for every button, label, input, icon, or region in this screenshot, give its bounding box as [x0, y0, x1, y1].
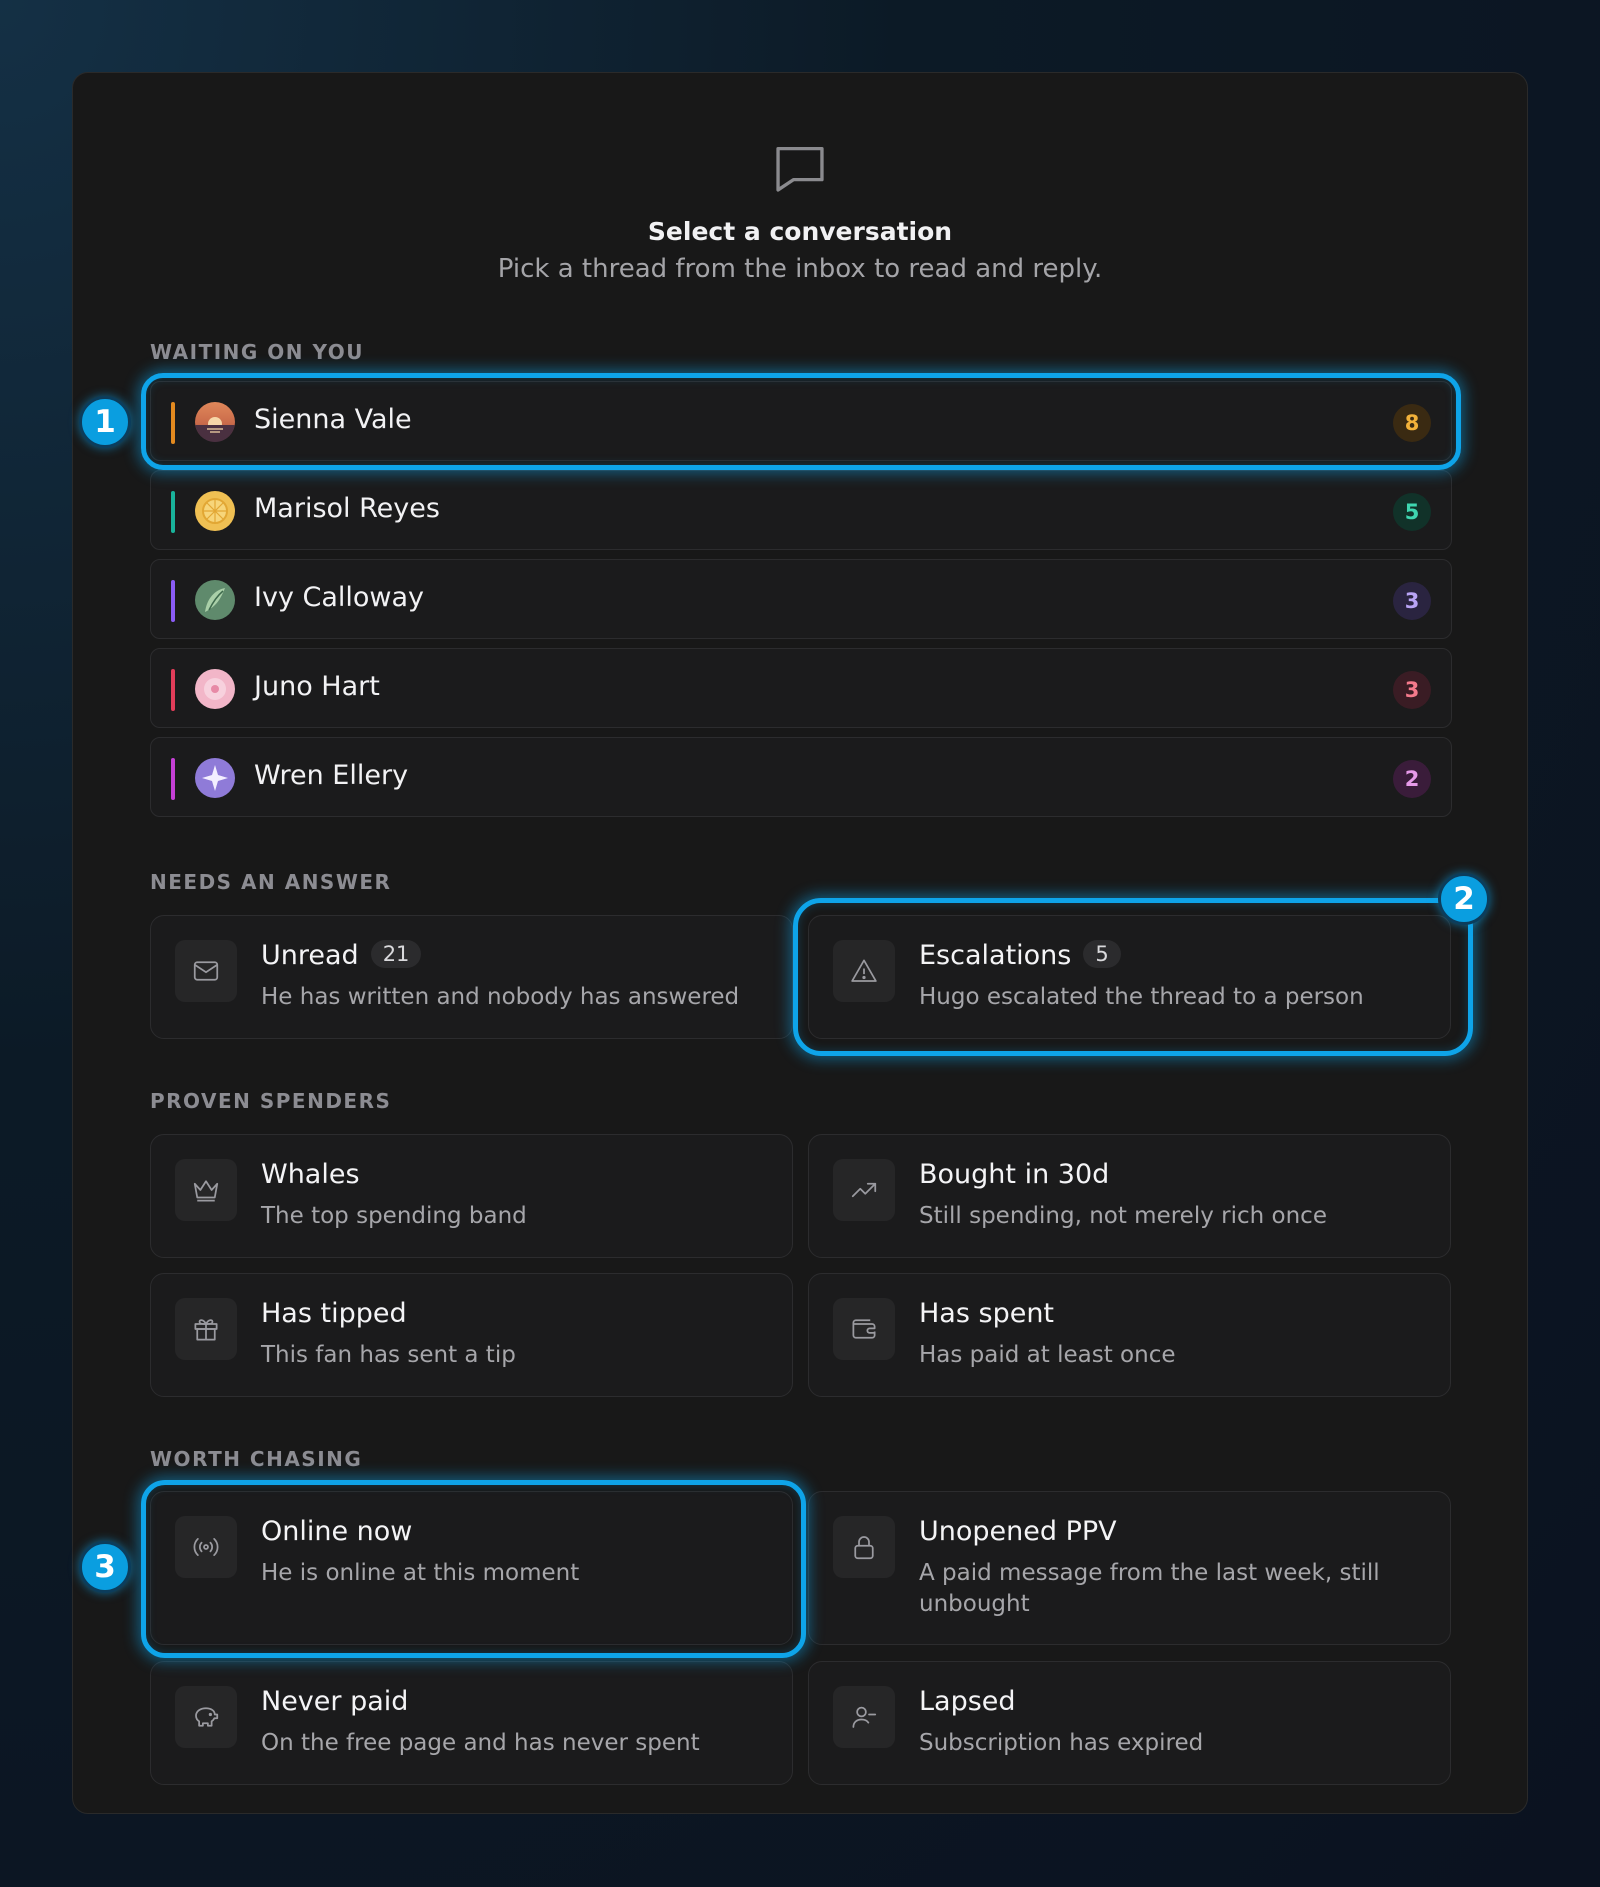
filter-card-never-paid[interactable]: Never paid On the free page and has neve…	[150, 1661, 793, 1785]
section-worth-chasing: WORTH CHASING	[150, 1447, 363, 1471]
section-proven-spenders: PROVEN SPENDERS	[150, 1089, 392, 1113]
filter-card-has-spent[interactable]: Has spent Has paid at least once	[808, 1273, 1451, 1397]
unread-count-badge: 8	[1393, 404, 1431, 442]
filter-card-lapsed[interactable]: Lapsed Subscription has expired	[808, 1661, 1451, 1785]
crown-icon	[175, 1159, 237, 1221]
card-title: Unopened PPV	[919, 1516, 1117, 1547]
thread-row-wren-ellery[interactable]: Wren Ellery 2	[150, 737, 1452, 817]
section-needs-an-answer: NEEDS AN ANSWER	[150, 870, 392, 894]
empty-state-title: Select a conversation	[647, 217, 953, 246]
thread-color-bar	[171, 669, 175, 711]
filter-card-has-tipped[interactable]: Has tipped This fan has sent a tip	[150, 1273, 793, 1397]
card-subtitle: Subscription has expired	[919, 1730, 1204, 1756]
card-subtitle: The top spending band	[261, 1203, 527, 1229]
filter-card-unopened-ppv[interactable]: Unopened PPV A paid message from the las…	[808, 1491, 1451, 1645]
card-title: Has tipped	[261, 1298, 407, 1329]
warning-triangle-icon	[833, 940, 895, 1002]
card-subtitle: On the free page and has never spent	[261, 1730, 700, 1756]
piggy-bank-icon	[175, 1686, 237, 1748]
avatar	[195, 580, 235, 620]
mail-icon	[175, 940, 237, 1002]
thread-row-marisol-reyes[interactable]: Marisol Reyes 5	[150, 470, 1452, 550]
step-marker-1: 1	[79, 396, 131, 448]
thread-name: Sienna Vale	[254, 404, 412, 435]
card-title: Whales	[261, 1159, 360, 1190]
lock-icon	[833, 1516, 895, 1578]
filter-card-online-now[interactable]: Online now He is online at this moment	[150, 1491, 793, 1645]
thread-color-bar	[171, 580, 175, 622]
thread-name: Marisol Reyes	[254, 493, 440, 524]
card-subtitle: Hugo escalated the thread to a person	[919, 984, 1364, 1010]
thread-color-bar	[171, 491, 175, 533]
radio-signal-icon	[175, 1516, 237, 1578]
step-marker-3: 3	[79, 1541, 131, 1593]
card-title: Has spent	[919, 1298, 1055, 1329]
thread-color-bar	[171, 758, 175, 800]
unread-count-badge: 5	[1393, 493, 1431, 531]
thread-row-sienna-vale[interactable]: Sienna Vale 8	[150, 381, 1452, 461]
filter-card-escalations[interactable]: Escalations 5 Hugo escalated the thread t…	[808, 915, 1451, 1039]
wallet-icon	[833, 1298, 895, 1360]
thread-name: Ivy Calloway	[254, 582, 425, 613]
thread-color-bar	[171, 402, 175, 444]
card-subtitle: Still spending, not merely rich once	[919, 1203, 1327, 1229]
unread-count-badge: 3	[1393, 582, 1431, 620]
filter-card-whales[interactable]: Whales The top spending band	[150, 1134, 793, 1258]
card-title: Unread 21	[261, 940, 422, 971]
filter-card-unread[interactable]: Unread 21 He has written and nobody has a…	[150, 915, 793, 1039]
avatar	[195, 669, 235, 709]
user-minus-icon	[833, 1686, 895, 1748]
message-square-icon	[776, 146, 824, 192]
card-subtitle: He is online at this moment	[261, 1560, 580, 1586]
avatar	[195, 491, 235, 531]
thread-list: Sienna Vale 8 Marisol Reyes 5 Ivy Callow…	[150, 381, 1452, 826]
count-badge: 21	[370, 940, 422, 968]
card-title: Escalations 5	[919, 940, 1121, 971]
card-title: Lapsed	[919, 1686, 1016, 1717]
step-marker-2: 2	[1438, 873, 1490, 925]
unread-count-badge: 2	[1393, 760, 1431, 798]
trending-up-icon	[833, 1159, 895, 1221]
card-subtitle: A paid message from the last week, still…	[919, 1560, 1380, 1617]
thread-row-juno-hart[interactable]: Juno Hart 3	[150, 648, 1452, 728]
card-title: Bought in 30d	[919, 1159, 1110, 1190]
empty-state-subtitle: Pick a thread from the inbox to read and…	[497, 254, 1103, 284]
filter-card-bought-in-30d[interactable]: Bought in 30d Still spending, not merely…	[808, 1134, 1451, 1258]
empty-state: Select a conversation Pick a thread from…	[73, 137, 1527, 284]
avatar	[195, 758, 235, 798]
thread-name: Juno Hart	[254, 671, 380, 702]
card-title: Never paid	[261, 1686, 409, 1717]
card-subtitle: He has written and nobody has answered	[261, 984, 740, 1010]
thread-row-ivy-calloway[interactable]: Ivy Calloway 3	[150, 559, 1452, 639]
card-title: Online now	[261, 1516, 413, 1547]
unread-count-badge: 3	[1393, 671, 1431, 709]
section-waiting-on-you: WAITING ON YOU	[150, 340, 364, 364]
count-badge: 5	[1083, 940, 1121, 968]
card-subtitle: Has paid at least once	[919, 1342, 1176, 1368]
gift-icon	[175, 1298, 237, 1360]
card-subtitle: This fan has sent a tip	[261, 1342, 516, 1368]
inbox-panel: Select a conversation Pick a thread from…	[72, 72, 1528, 1814]
thread-name: Wren Ellery	[254, 760, 409, 791]
avatar	[195, 402, 235, 442]
